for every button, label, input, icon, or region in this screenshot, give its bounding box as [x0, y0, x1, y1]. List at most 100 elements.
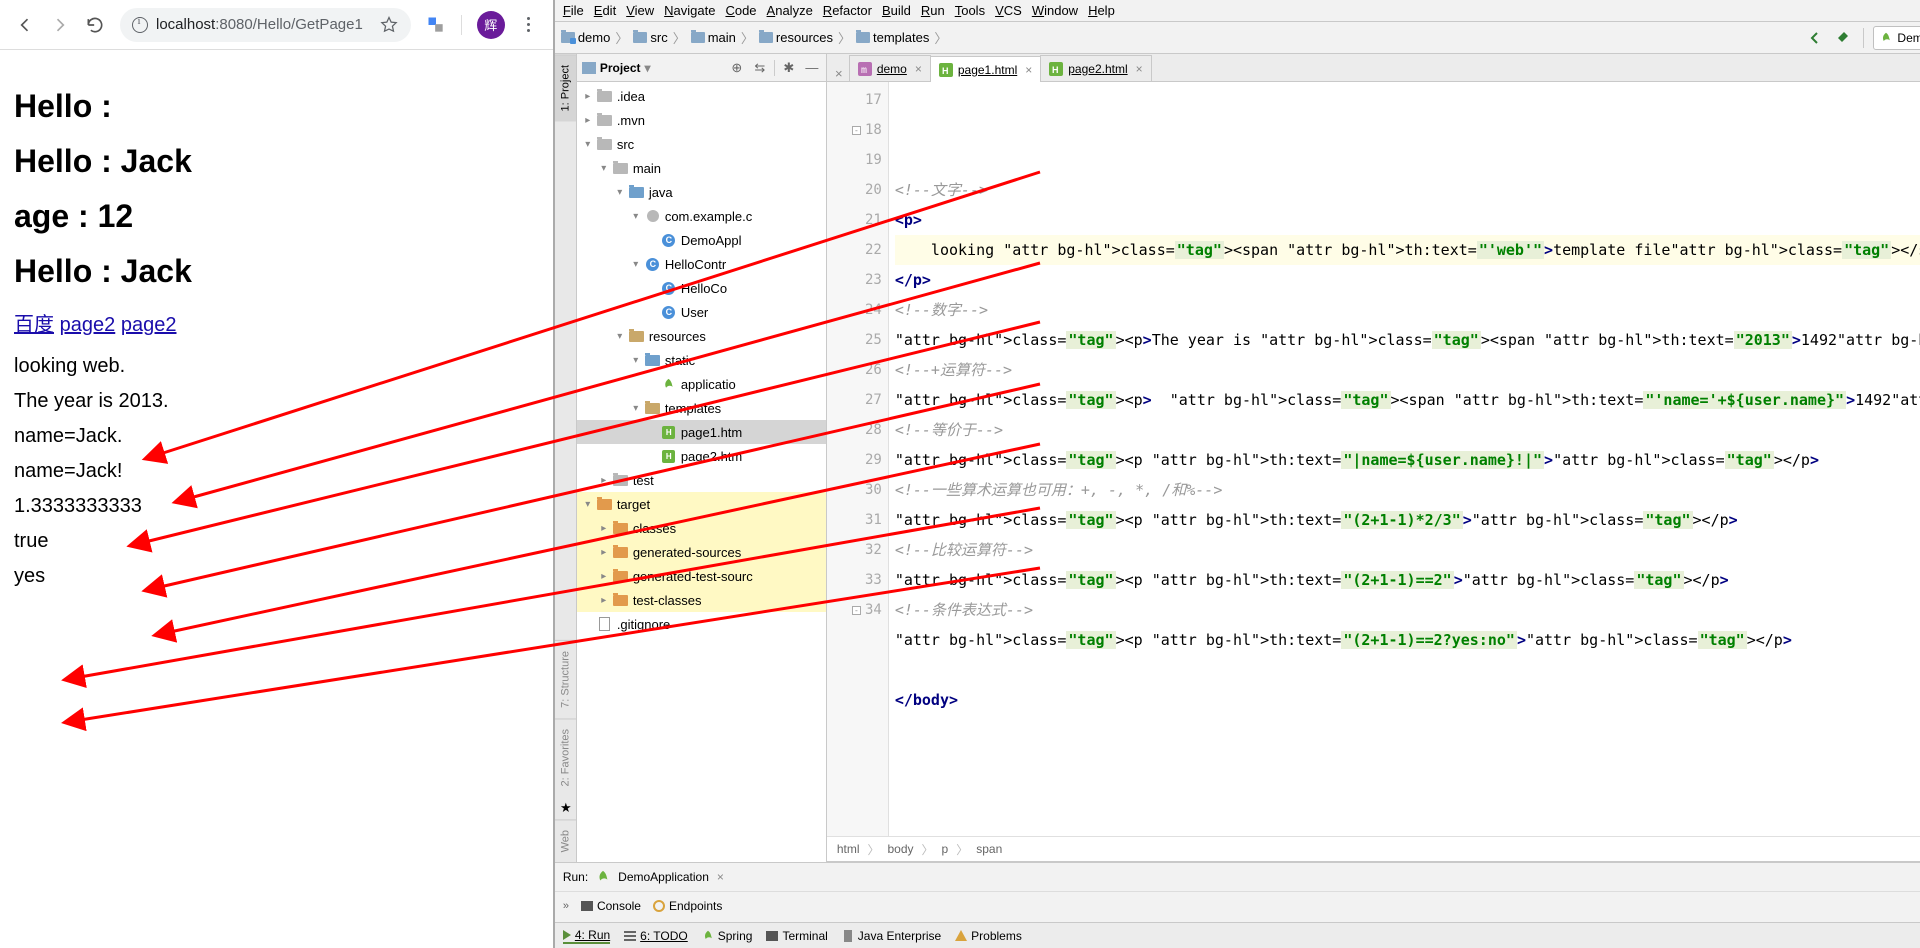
- run-tool-button[interactable]: 4: Run: [563, 928, 610, 944]
- menu-code[interactable]: Code: [725, 3, 756, 18]
- ide-toolbar: demo〉src〉main〉resources〉templates〉 DemoA…: [555, 22, 1920, 54]
- run-toolwindow: Run: DemoApplication × ✱ — » Console End…: [555, 862, 1920, 922]
- terminal-tool-button[interactable]: Terminal: [766, 929, 827, 943]
- nav-back-icon[interactable]: [1804, 27, 1826, 49]
- tree-item[interactable]: ▸classes: [577, 516, 826, 540]
- tree-item[interactable]: ▾CHelloContr: [577, 252, 826, 276]
- tree-item[interactable]: ▾static: [577, 348, 826, 372]
- run-console-tab[interactable]: Console: [581, 899, 641, 913]
- browser-toolbar: localhost:8080/Hello/GetPage1 辉: [0, 0, 553, 50]
- problems-tool-button[interactable]: Problems: [955, 929, 1022, 943]
- menu-run[interactable]: Run: [921, 3, 945, 18]
- tree-item[interactable]: CDemoAppl: [577, 228, 826, 252]
- editor-tab-page1[interactable]: H page1.html×: [930, 56, 1041, 82]
- back-button[interactable]: [15, 15, 35, 35]
- tree-item[interactable]: Hpage2.htm: [577, 444, 826, 468]
- site-info-icon[interactable]: [132, 17, 148, 33]
- reload-button[interactable]: [85, 15, 105, 35]
- tree-item[interactable]: ▾target: [577, 492, 826, 516]
- page-links: 百度 page2 page2: [14, 308, 539, 337]
- translate-icon[interactable]: [426, 15, 446, 35]
- menu-window[interactable]: Window: [1032, 3, 1078, 18]
- menu-navigate[interactable]: Navigate: [664, 3, 715, 18]
- page-heading: Hello : Jack: [14, 143, 539, 180]
- breadcrumb-item[interactable]: src: [633, 30, 667, 45]
- menu-tools[interactable]: Tools: [955, 3, 985, 18]
- menu-edit[interactable]: Edit: [594, 3, 616, 18]
- menu-analyze[interactable]: Analyze: [767, 3, 813, 18]
- breadcrumb-item[interactable]: main: [691, 30, 736, 45]
- tree-item[interactable]: ▸test: [577, 468, 826, 492]
- browser-menu-icon[interactable]: [520, 17, 538, 32]
- profile-avatar[interactable]: 辉: [477, 11, 505, 39]
- page-para: name=Jack.: [14, 425, 539, 448]
- menu-build[interactable]: Build: [882, 3, 911, 18]
- tree-item[interactable]: ▾com.example.c: [577, 204, 826, 228]
- tree-item[interactable]: ▸generated-sources: [577, 540, 826, 564]
- tree-item[interactable]: ▾java: [577, 180, 826, 204]
- tree-item[interactable]: ▸.idea: [577, 84, 826, 108]
- gear-icon[interactable]: ✱: [780, 59, 798, 77]
- tree-item[interactable]: ▸.mvn: [577, 108, 826, 132]
- run-endpoints-tab[interactable]: Endpoints: [653, 899, 722, 913]
- collapse-icon[interactable]: ⇆: [751, 59, 769, 77]
- tab-close-left[interactable]: ×: [829, 66, 849, 81]
- structure-toolwindow-tab[interactable]: 7: Structure: [555, 640, 576, 718]
- forward-button[interactable]: [50, 15, 70, 35]
- run-config-dropdown[interactable]: DemoApplication ▾: [1873, 26, 1920, 50]
- tree-item[interactable]: ▸test-classes: [577, 588, 826, 612]
- spring-tool-button[interactable]: Spring: [702, 929, 753, 943]
- web-toolwindow-tab[interactable]: Web: [555, 819, 576, 862]
- file-breadcrumb: demo〉src〉main〉resources〉templates〉: [561, 28, 1799, 47]
- editor-tab-page2[interactable]: H page2.html×: [1040, 55, 1151, 81]
- build-hammer-icon[interactable]: [1832, 27, 1854, 49]
- page-para: true: [14, 530, 539, 553]
- tree-item[interactable]: ▾templates: [577, 396, 826, 420]
- favorite-star-icon[interactable]: ★: [555, 797, 577, 819]
- menu-help[interactable]: Help: [1088, 3, 1115, 18]
- editor-tabs: × m demo× H page1.html× H page2.html× ▾1…: [827, 54, 1920, 82]
- page-heading: Hello : Jack: [14, 253, 539, 290]
- breadcrumb-item[interactable]: templates: [856, 30, 929, 45]
- tree-item[interactable]: ▸generated-test-sourc: [577, 564, 826, 588]
- tree-item[interactable]: ▾main: [577, 156, 826, 180]
- run-tab-name[interactable]: DemoApplication: [618, 870, 709, 884]
- code-breadcrumb-item[interactable]: span: [976, 842, 1002, 856]
- menu-vcs[interactable]: VCS: [995, 3, 1022, 18]
- tree-item[interactable]: Hpage1.htm: [577, 420, 826, 444]
- bottom-toolwindow-bar: 4: Run 6: TODO Spring Terminal Java Ente…: [555, 922, 1920, 948]
- tree-item[interactable]: CHelloCo: [577, 276, 826, 300]
- project-tree[interactable]: ▸.idea▸.mvn▾src▾main▾java▾com.example.cC…: [577, 82, 826, 862]
- page-heading: Hello :: [14, 88, 539, 125]
- link-baidu[interactable]: 百度: [14, 314, 54, 336]
- close-run-tab[interactable]: ×: [717, 870, 724, 884]
- code-breadcrumb-item[interactable]: html: [837, 842, 860, 856]
- code-breadcrumb-item[interactable]: p: [942, 842, 949, 856]
- project-toolwindow-tab[interactable]: 1: Project: [555, 54, 576, 121]
- address-bar[interactable]: localhost:8080/Hello/GetPage1: [120, 8, 411, 42]
- menu-view[interactable]: View: [626, 3, 654, 18]
- breadcrumb-item[interactable]: demo: [561, 30, 611, 45]
- webpage-content: Hello : Hello : Jack age : 12 Hello : Ja…: [0, 50, 553, 948]
- menu-file[interactable]: File: [563, 3, 584, 18]
- favorites-toolwindow-tab[interactable]: 2: Favorites: [555, 718, 576, 796]
- link-page2-b[interactable]: page2: [121, 314, 177, 336]
- javaee-tool-button[interactable]: Java Enterprise: [842, 929, 941, 943]
- tree-item[interactable]: applicatio: [577, 372, 826, 396]
- editor-tab-demo[interactable]: m demo×: [849, 55, 931, 81]
- bookmark-star-icon[interactable]: [379, 15, 399, 35]
- expand-icon[interactable]: »: [563, 900, 569, 912]
- minimize-icon[interactable]: —: [803, 59, 821, 77]
- tree-item[interactable]: ▾resources: [577, 324, 826, 348]
- target-icon[interactable]: ⊕: [728, 59, 746, 77]
- todo-tool-button[interactable]: 6: TODO: [624, 929, 688, 943]
- breadcrumb-item[interactable]: resources: [759, 30, 833, 45]
- code-breadcrumb-item[interactable]: body: [888, 842, 914, 856]
- tree-item[interactable]: CUser: [577, 300, 826, 324]
- tree-item[interactable]: .gitignore: [577, 612, 826, 636]
- svg-text:H: H: [1052, 65, 1059, 75]
- menu-refactor[interactable]: Refactor: [823, 3, 872, 18]
- link-page2[interactable]: page2: [60, 314, 116, 336]
- code-editor[interactable]: ! <!--文字--><p> looking "attr bg-hl">clas…: [889, 82, 1920, 836]
- tree-item[interactable]: ▾src: [577, 132, 826, 156]
